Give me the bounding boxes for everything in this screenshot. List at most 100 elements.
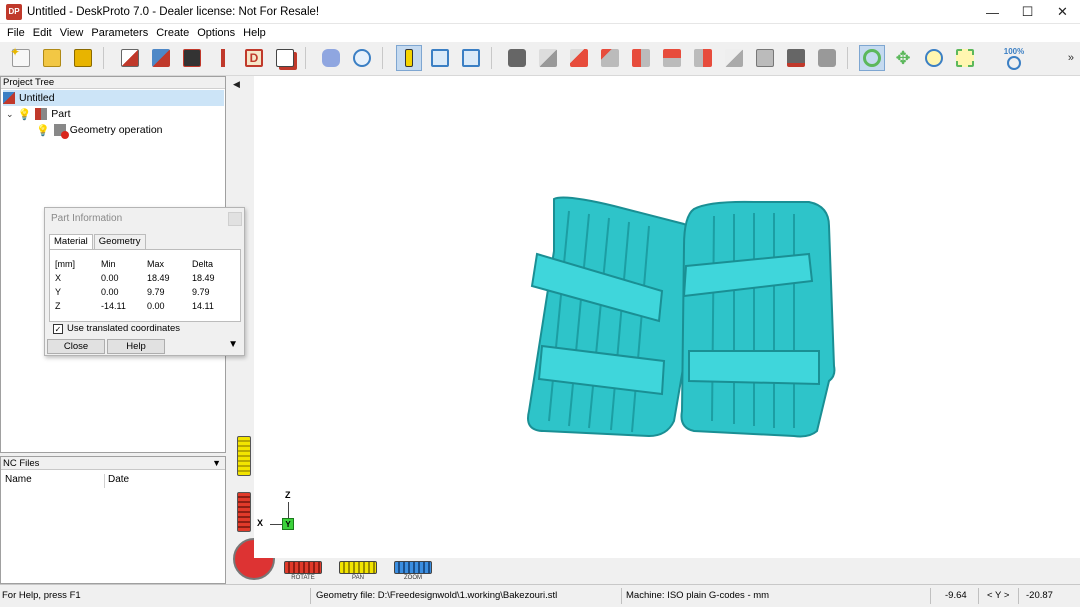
close-button[interactable]: ✕: [1045, 0, 1080, 24]
tool-button[interactable]: [210, 45, 236, 71]
send-icon: [276, 49, 294, 67]
operation-params-button[interactable]: [179, 45, 205, 71]
row-y-min: 0.00: [101, 287, 119, 297]
dialog-tabs: Material Geometry: [49, 234, 147, 250]
camera-button[interactable]: [504, 45, 530, 71]
column-divider[interactable]: [104, 474, 105, 488]
translated-coords-option[interactable]: ✓ Use translated coordinates: [53, 323, 180, 334]
view-cube-button[interactable]: [752, 45, 778, 71]
menu-help[interactable]: Help: [239, 27, 270, 39]
menu-options[interactable]: Options: [193, 27, 239, 39]
3d-viewport[interactable]: Z X Y ROTATE PAN ZOOM: [254, 76, 1080, 581]
tree-item-geometry-operation[interactable]: 💡 Geometry operation: [36, 122, 163, 139]
window-controls: — ☐ ✕: [975, 0, 1080, 24]
zoom-label: ZOOM: [404, 575, 422, 581]
row-x-delta: 18.49: [192, 273, 215, 283]
row-x-axis: X: [55, 273, 62, 283]
model-render: [527, 196, 836, 438]
bulb-icon[interactable]: 💡: [18, 108, 32, 121]
menu-file[interactable]: File: [3, 27, 29, 39]
open-file-button[interactable]: [39, 45, 65, 71]
cube-grey-icon: [756, 49, 774, 67]
nc-d-icon: D: [245, 49, 263, 67]
render-button[interactable]: [814, 45, 840, 71]
project-params-button[interactable]: [117, 45, 143, 71]
collapse-panel-icon[interactable]: ◀: [233, 79, 240, 90]
zoom-icon: [925, 49, 943, 67]
tilt-thumbwheel[interactable]: [237, 436, 251, 476]
chevron-down-icon[interactable]: ⌄: [6, 109, 14, 120]
window-layout-button[interactable]: [427, 45, 453, 71]
column-header-name[interactable]: Name: [5, 474, 32, 485]
cube-right-icon: [663, 49, 681, 67]
dialog-close-button[interactable]: Close: [47, 339, 105, 354]
view-back-button[interactable]: [597, 45, 623, 71]
send-nc-button[interactable]: [272, 45, 298, 71]
new-file-button[interactable]: ✦: [8, 45, 34, 71]
create-nc-button[interactable]: D: [241, 45, 267, 71]
dropdown-arrow-icon[interactable]: ▼: [212, 457, 221, 470]
status-geometry-file: Geometry file: D:\Freedesignwold\1.worki…: [316, 590, 558, 601]
pan-mode-button[interactable]: ✥: [890, 45, 916, 71]
dialog-close-icon[interactable]: [228, 212, 242, 226]
zoom-window-button[interactable]: [458, 45, 484, 71]
save-file-button[interactable]: [70, 45, 96, 71]
menu-view[interactable]: View: [56, 27, 88, 39]
window-title: Untitled - DeskProto 7.0 - Dealer licens…: [27, 5, 320, 18]
project-node-icon: [3, 92, 15, 104]
zoom-100-label: 100%: [1003, 46, 1025, 56]
snapshot-icon: [787, 49, 805, 67]
cube-iso-icon: [539, 49, 557, 67]
minimize-button[interactable]: —: [975, 0, 1010, 24]
pan-thumbwheel[interactable]: [339, 561, 377, 574]
view-right-button[interactable]: [659, 45, 685, 71]
expand-arrow-icon[interactable]: ▼: [228, 339, 238, 350]
maximize-button[interactable]: ☐: [1010, 0, 1045, 24]
view-bottom-button[interactable]: [721, 45, 747, 71]
rotate-mode-button[interactable]: [859, 45, 885, 71]
magnify-icon: [353, 49, 371, 67]
view-top-button[interactable]: [690, 45, 716, 71]
tree-item-untitled[interactable]: Untitled: [3, 90, 224, 106]
view-iso-button[interactable]: [535, 45, 561, 71]
header-max: Max: [147, 259, 165, 269]
tab-material[interactable]: Material: [49, 234, 93, 250]
part-params-button[interactable]: [148, 45, 174, 71]
part-info-button[interactable]: [396, 45, 422, 71]
pan-icon: ✥: [895, 48, 911, 68]
nc-files-panel: NC Files ▼ Name Date: [0, 456, 226, 584]
dialog-title-bar[interactable]: Part Information: [45, 208, 244, 230]
tab-geometry[interactable]: Geometry: [93, 234, 146, 249]
part-node-icon: [35, 108, 48, 120]
row-y-delta: 9.79: [192, 287, 210, 297]
render-icon: [818, 49, 836, 67]
cube-top-icon: [694, 49, 712, 67]
tree-item-part[interactable]: ⌄ 💡 Part: [6, 106, 71, 122]
menu-create[interactable]: Create: [152, 27, 193, 39]
operation-icon: [183, 49, 201, 67]
bulb-icon[interactable]: 💡: [36, 124, 50, 137]
zoom-thumbwheel[interactable]: [394, 561, 432, 574]
rotate-z-thumbwheel[interactable]: [284, 561, 322, 574]
menu-edit[interactable]: Edit: [29, 27, 56, 39]
view-left-button[interactable]: [628, 45, 654, 71]
row-y-max: 9.79: [147, 287, 165, 297]
zoom-box-button[interactable]: [952, 45, 978, 71]
simulate-icon: [322, 49, 340, 67]
simulate-button[interactable]: [318, 45, 344, 71]
dialog-help-button[interactable]: Help: [107, 339, 165, 354]
menu-parameters[interactable]: Parameters: [87, 27, 152, 39]
view-front-button[interactable]: [566, 45, 592, 71]
zoom-100-button[interactable]: 100%: [997, 45, 1031, 71]
rotate-x-thumbwheel[interactable]: [237, 492, 251, 532]
zoom-mode-button[interactable]: [921, 45, 947, 71]
preview-button[interactable]: [349, 45, 375, 71]
slipper-right-shape: [680, 200, 836, 438]
snapshot-button[interactable]: [783, 45, 809, 71]
column-header-date[interactable]: Date: [108, 474, 129, 485]
translated-coords-checkbox[interactable]: ✓: [53, 323, 63, 334]
toolbar-overflow-button[interactable]: »: [1068, 52, 1074, 64]
status-coord-x: -9.64: [945, 590, 967, 601]
header-unit: [mm]: [55, 259, 75, 269]
nc-files-title: NC Files: [3, 458, 40, 469]
